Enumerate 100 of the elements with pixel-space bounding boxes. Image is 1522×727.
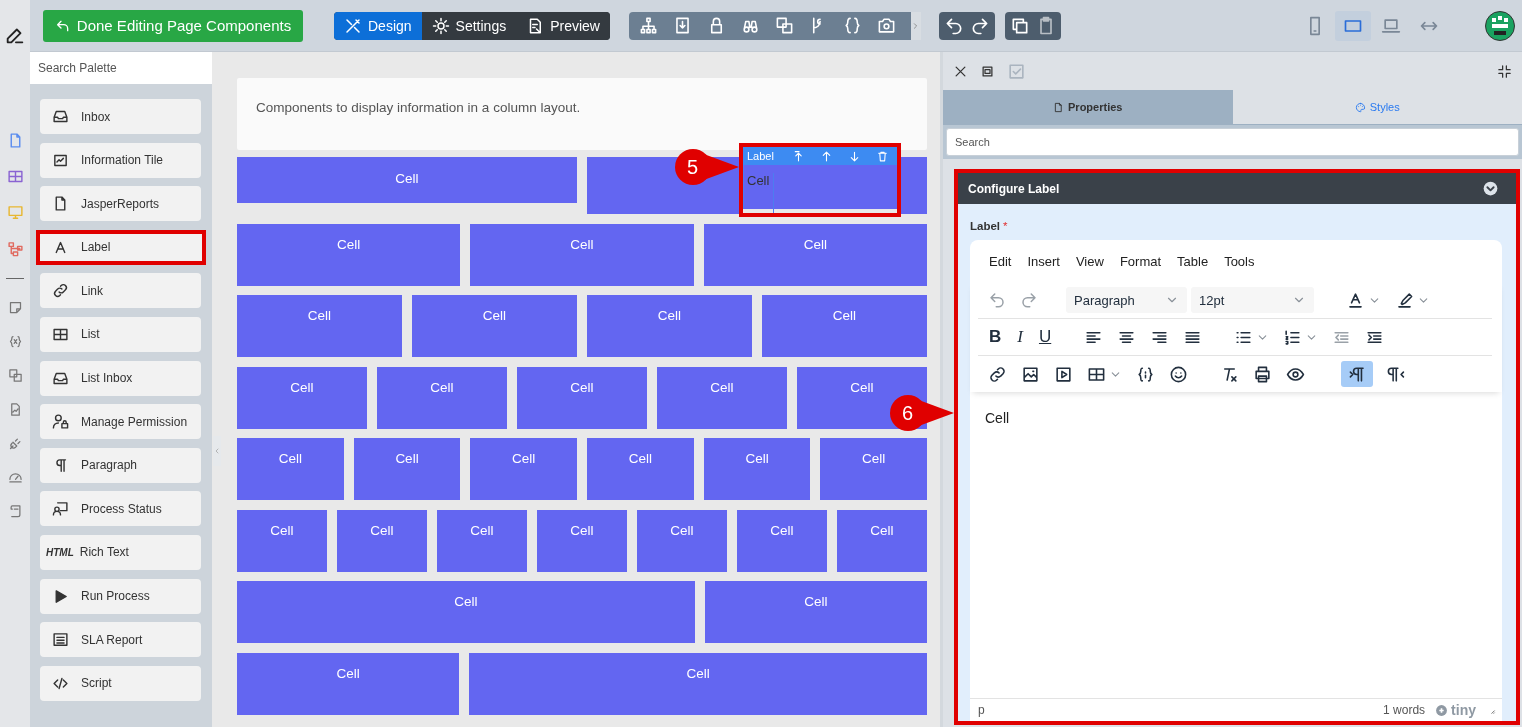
translate-icon[interactable]: [7, 368, 23, 383]
layout-cell[interactable]: Cell: [704, 581, 927, 643]
redo-icon[interactable]: [970, 15, 990, 36]
image-icon[interactable]: [1021, 364, 1040, 384]
palette-item[interactable]: List: [40, 316, 201, 352]
done-editing-button[interactable]: Done Editing Page Components: [43, 9, 303, 42]
layout-cell[interactable]: Cell: [353, 438, 461, 500]
layout-cell[interactable]: Cell: [703, 223, 927, 286]
editor-content[interactable]: Cell: [970, 392, 1502, 698]
chevron-circle-icon[interactable]: [1483, 181, 1498, 196]
checkbox-icon[interactable]: [1007, 61, 1026, 81]
layout-cell[interactable]: Cell: [237, 438, 344, 500]
block-format-select[interactable]: Paragraph: [1066, 287, 1187, 313]
layout-cell[interactable]: Cell: [737, 509, 827, 572]
layout-cell[interactable]: Cell: [762, 295, 927, 357]
layout-cell[interactable]: Cell: [237, 157, 577, 203]
palette-item[interactable]: Paragraph: [40, 447, 201, 483]
avatar-icon[interactable]: [1485, 10, 1515, 41]
palette-item[interactable]: Link: [40, 273, 201, 309]
palette-item-label: Process Status: [81, 501, 162, 516]
text-color-icon[interactable]: [1346, 290, 1365, 310]
layout-cell[interactable]: Cell: [703, 438, 811, 500]
palette-item[interactable]: Inbox: [40, 99, 201, 134]
device-button[interactable]: [1335, 10, 1371, 41]
emoji-icon[interactable]: [1169, 364, 1188, 384]
layout-cell[interactable]: Cell: [470, 223, 694, 286]
note-icon[interactable]: [7, 300, 23, 315]
camera-icon[interactable]: [877, 16, 896, 35]
layout-cell[interactable]: Cell: [537, 509, 627, 572]
search-field[interactable]: Search: [946, 128, 1519, 156]
layout-cell[interactable]: Cell: [237, 295, 402, 357]
sitemap-icon[interactable]: [639, 16, 658, 35]
video-icon[interactable]: [1054, 364, 1073, 384]
layout-cell[interactable]: Cell: [237, 366, 367, 429]
section-header[interactable]: Configure Label: [958, 173, 1516, 204]
palette-item[interactable]: List Inbox: [40, 360, 201, 396]
editor-brand-link[interactable]: tiny: [1435, 702, 1476, 718]
palette-item[interactable]: Process Status: [40, 491, 201, 527]
gauge-icon[interactable]: [7, 470, 23, 485]
menu-item[interactable]: Format: [1119, 253, 1162, 269]
grid-icon[interactable]: [6, 168, 24, 185]
design-icon: [344, 16, 362, 35]
trash-icon[interactable]: [875, 149, 889, 163]
undo-icon[interactable]: [944, 15, 964, 36]
format-button[interactable]: U: [1037, 327, 1053, 347]
panel-tab[interactable]: Styles: [1232, 90, 1522, 124]
layout-cell[interactable]: Cell: [587, 438, 694, 500]
layout-cell[interactable]: Cell: [470, 438, 577, 500]
layout-cell[interactable]: Cell: [657, 366, 787, 429]
panel-tab[interactable]: Properties: [943, 90, 1233, 124]
download-icon[interactable]: [673, 16, 692, 35]
window-icon[interactable]: [980, 63, 995, 79]
layout-cell[interactable]: Cell: [237, 652, 460, 715]
layout-cell[interactable]: Cell: [837, 509, 927, 572]
link-icon[interactable]: [988, 364, 1007, 384]
menu-item[interactable]: View: [1075, 253, 1104, 269]
section-title: Configure Label: [968, 181, 1060, 196]
menu-item[interactable]: Tools: [1224, 253, 1255, 269]
scroll-icon[interactable]: [7, 504, 23, 519]
selected-component[interactable]: Label Cell: [739, 143, 901, 217]
menu-item[interactable]: Insert: [1027, 253, 1060, 269]
compress-icon[interactable]: [1497, 63, 1512, 79]
layout-cell[interactable]: Cell: [337, 509, 427, 572]
menu-item[interactable]: Edit: [989, 253, 1012, 269]
tree-icon[interactable]: [6, 240, 24, 257]
layout-cell[interactable]: Cell: [469, 652, 927, 715]
layout-cell[interactable]: Cell: [237, 581, 695, 643]
layout-cell[interactable]: Cell: [237, 223, 461, 286]
layout-cell[interactable]: Cell: [437, 509, 527, 572]
user-lock-icon: [52, 413, 69, 431]
highlighter-icon[interactable]: [1395, 290, 1414, 310]
font-size-select[interactable]: 12pt: [1191, 287, 1314, 313]
format-button[interactable]: I: [1016, 327, 1024, 347]
layout-cell[interactable]: Cell: [377, 366, 507, 429]
mode-tab[interactable]: Design: [334, 11, 422, 40]
layout-cell[interactable]: Cell: [587, 295, 752, 357]
search-field[interactable]: Search Palette: [30, 52, 212, 84]
palette-item[interactable]: Information Tile: [40, 142, 201, 178]
layout-cell[interactable]: Cell: [412, 295, 577, 357]
template-icon[interactable]: [1136, 364, 1155, 384]
pilcrow-icon: [1347, 364, 1367, 384]
layout-cell[interactable]: Cell: [820, 438, 928, 500]
layout-cell[interactable]: Cell: [237, 509, 327, 572]
numbered-list-icon[interactable]: [1283, 327, 1303, 347]
layout-cell[interactable]: Cell: [517, 366, 647, 429]
left-to-right-button[interactable]: [1341, 361, 1373, 387]
palette-item[interactable]: JasperReports: [40, 186, 201, 222]
print-icon[interactable]: [1253, 364, 1272, 384]
braces-icon[interactable]: [843, 16, 862, 35]
palette-item[interactable]: Run Process: [40, 578, 201, 614]
palette-item[interactable]: SLA Report: [40, 622, 201, 658]
palette-item[interactable]: Manage Permission: [40, 404, 201, 440]
plug-icon[interactable]: [7, 436, 23, 451]
layout-cell[interactable]: Cell: [637, 509, 727, 572]
variable-icon[interactable]: [7, 334, 23, 349]
palette-item[interactable]: HTML Rich Text: [40, 534, 201, 570]
palette-item[interactable]: Label: [36, 229, 206, 265]
palette-item[interactable]: Script: [40, 665, 201, 701]
format-button[interactable]: B: [988, 327, 1003, 347]
menu-item[interactable]: Table: [1177, 253, 1209, 269]
